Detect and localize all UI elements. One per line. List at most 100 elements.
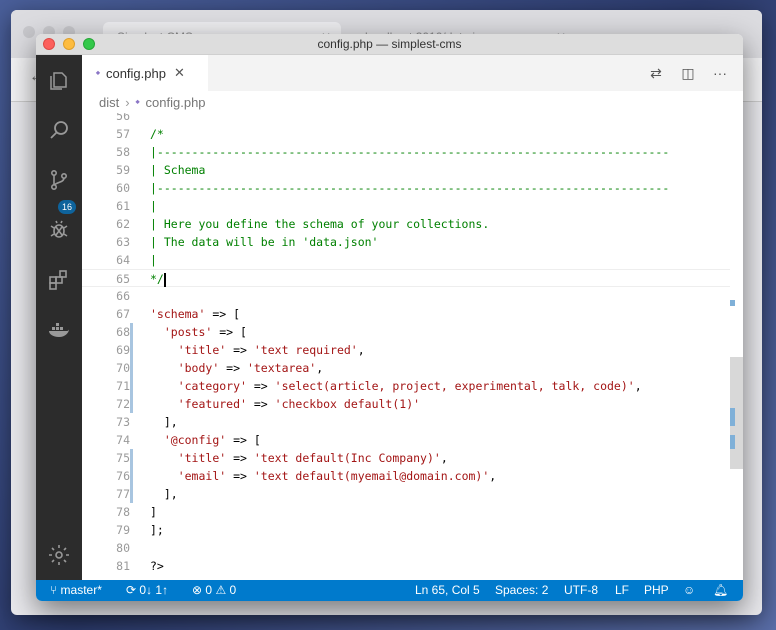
code-line[interactable]: 58 |-------------------------------------…	[82, 143, 730, 161]
code-line[interactable]: 70 'body' => 'textarea',	[82, 359, 730, 377]
code-text: 'schema' => [	[150, 307, 241, 321]
text-cursor	[163, 272, 166, 287]
line-number: 72	[116, 397, 130, 411]
code-line[interactable]: 62 | Here you define the schema of your c…	[82, 215, 730, 233]
code-text: 'title' => 'text default(Inc Company)',	[177, 451, 448, 465]
status-bar: ⑂ master* ⟳ 0↓ 1↑ ⊗ 0 ⚠ 0 Ln 65, Col 5 S…	[36, 580, 743, 601]
debug-icon[interactable]	[47, 218, 71, 242]
line-number: 76	[116, 469, 130, 483]
breadcrumb-file[interactable]: config.php	[146, 95, 206, 110]
docker-icon[interactable]	[47, 318, 71, 342]
modified-line-marker	[130, 323, 133, 341]
code-line[interactable]: 79];	[82, 521, 730, 539]
code-line[interactable]: 59 | Schema	[82, 161, 730, 179]
code-line[interactable]: 72 'featured' => 'checkbox default(1)'	[82, 395, 730, 413]
more-actions-icon[interactable]: ···	[711, 64, 729, 82]
code-line[interactable]: 69 'title' => 'text required',	[82, 341, 730, 359]
line-number: 64	[116, 253, 130, 267]
code-line[interactable]: 80	[82, 539, 730, 557]
feedback-icon[interactable]: ☺	[683, 583, 695, 597]
warning-icon: ⚠	[215, 583, 227, 597]
modified-line-marker	[130, 395, 133, 413]
source-control-icon[interactable]	[47, 168, 71, 192]
search-icon[interactable]	[47, 118, 71, 142]
extensions-icon[interactable]	[47, 268, 71, 292]
code-line[interactable]: 71 'category' => 'select(article, projec…	[82, 377, 730, 395]
line-number: 69	[116, 343, 130, 357]
editor-actions: ⇄ ◫ ···	[647, 64, 729, 82]
code-line[interactable]: 64 |	[82, 251, 730, 269]
code-line[interactable]: 60 |-------------------------------------…	[82, 179, 730, 197]
line-number: 57	[116, 127, 130, 141]
code-text: |	[150, 199, 157, 213]
error-icon: ⊗	[192, 583, 203, 597]
code-text: | Here you define the schema of your col…	[150, 217, 490, 231]
line-number: 62	[116, 217, 130, 231]
tab-config-php[interactable]: ⬩ config.php ✕	[82, 55, 208, 91]
code-text: ],	[150, 415, 178, 429]
code-line[interactable]: 67 'schema' => [	[82, 305, 730, 323]
sync-icon: ⟳	[126, 583, 137, 597]
indentation[interactable]: Spaces: 2	[495, 583, 548, 597]
code-line[interactable]: 61 |	[82, 197, 730, 215]
line-number: 75	[116, 451, 130, 465]
code-text: |	[150, 253, 157, 267]
close-icon[interactable]: ✕	[174, 65, 185, 81]
code-editor[interactable]: 56 57 /* 58 |-------------------------------…	[82, 113, 743, 580]
line-number: 59	[116, 163, 130, 177]
notifications-icon[interactable]: 🔔︎	[713, 583, 728, 597]
modified-line-marker	[130, 467, 133, 485]
breadcrumb-folder[interactable]: dist	[99, 95, 119, 110]
gear-icon[interactable]	[47, 543, 71, 567]
modified-line-marker	[130, 485, 133, 503]
scroll-change-marker	[730, 408, 735, 426]
code-line[interactable]: 56	[82, 113, 730, 125]
modified-line-marker	[130, 359, 133, 377]
line-number: 67	[116, 307, 130, 321]
code-text: 'body' => 'textarea',	[177, 361, 324, 375]
end-of-line[interactable]: LF	[615, 583, 629, 597]
line-number: 73	[116, 415, 130, 429]
breadcrumb: dist › ⬩ config.php	[82, 91, 743, 113]
code-line[interactable]: 65 */	[82, 269, 730, 287]
scroll-change-marker	[730, 435, 735, 449]
code-line[interactable]: 81 ?>	[82, 557, 730, 575]
code-text: |---------------------------------------…	[150, 181, 670, 195]
modified-line-marker	[130, 449, 133, 467]
files-icon[interactable]	[47, 69, 71, 93]
chevron-right-icon: ›	[125, 94, 130, 110]
code-line[interactable]: 57 /*	[82, 125, 730, 143]
code-line[interactable]: 73 ],	[82, 413, 730, 431]
line-number: 63	[116, 235, 130, 249]
code-line[interactable]: 63 | The data will be in 'data.json'	[82, 233, 730, 251]
editor-tabs: ⬩ config.php ✕ ⇄ ◫ ···	[82, 55, 743, 91]
branch-indicator[interactable]: ⑂ master*	[50, 583, 102, 597]
compare-changes-icon[interactable]: ⇄	[647, 64, 665, 82]
warning-count: 0	[229, 583, 237, 597]
code-line[interactable]: 68 'posts' => [	[82, 323, 730, 341]
code-text: ];	[150, 523, 164, 537]
editor-scrollbar[interactable]	[730, 113, 743, 580]
encoding[interactable]: UTF-8	[564, 583, 598, 597]
problems-indicator[interactable]: ⊗ 0 ⚠ 0	[192, 583, 236, 597]
window-title: config.php — simplest-cms	[317, 37, 462, 51]
line-number: 78	[116, 505, 130, 519]
cursor-position[interactable]: Ln 65, Col 5	[415, 583, 480, 597]
sync-indicator[interactable]: ⟳ 0↓ 1↑	[126, 583, 168, 597]
line-number: 68	[116, 325, 130, 339]
code-line[interactable]: 74 '@config' => [	[82, 431, 730, 449]
split-editor-icon[interactable]: ◫	[679, 64, 697, 82]
code-line[interactable]: 77 ],	[82, 485, 730, 503]
error-count: 0	[205, 583, 213, 597]
code-text: | The data will be in 'data.json'	[150, 235, 379, 249]
code-line[interactable]: 78]	[82, 503, 730, 521]
modified-line-marker	[130, 341, 133, 359]
code-line[interactable]: 75 'title' => 'text default(Inc Company)…	[82, 449, 730, 467]
line-number: 71	[116, 379, 130, 393]
line-number: 60	[116, 181, 130, 195]
code-line[interactable]: 66	[82, 287, 730, 305]
code-line[interactable]: 76 'email' => 'text default(myemail@doma…	[82, 467, 730, 485]
code-text: 'posts' => [	[163, 325, 247, 339]
code-text: ]	[150, 505, 157, 519]
language-mode[interactable]: PHP	[644, 583, 669, 597]
